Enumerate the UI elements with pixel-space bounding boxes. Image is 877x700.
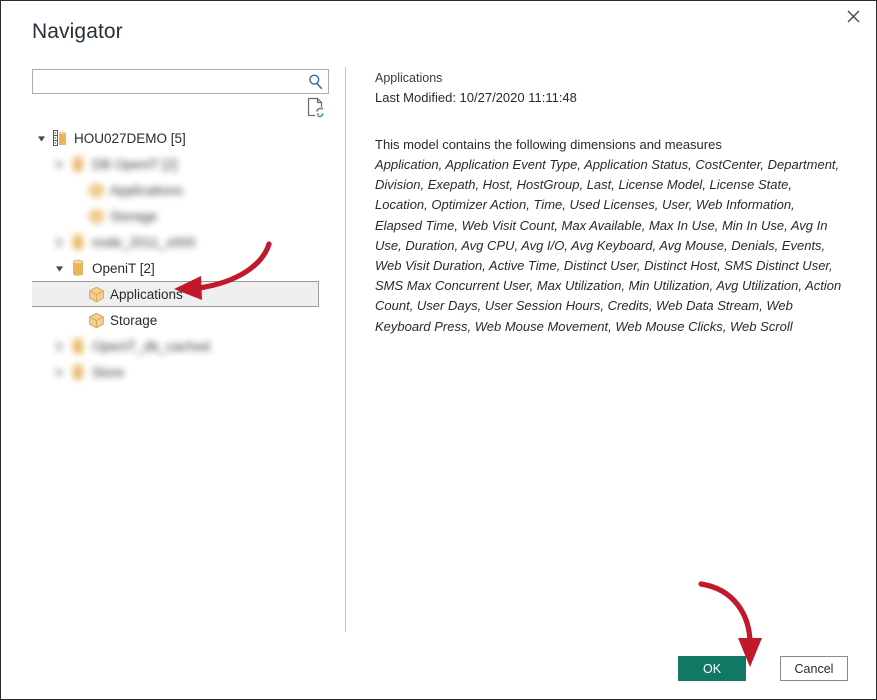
tree-node-label: Applications [110, 182, 183, 198]
pane-divider [345, 67, 346, 632]
preview-last-modified: Last Modified: 10/27/2020 11:11:48 [375, 90, 577, 105]
navigator-tree[interactable]: HOU027DEMO [5] DB OpeniT [2] Applications S… [32, 125, 329, 635]
chevron-right-icon[interactable] [51, 229, 67, 255]
chevron-down-icon[interactable] [51, 255, 67, 281]
tree-node-label: OpeniT [2] [92, 260, 155, 276]
tree-node-label: node_2011_x000 [92, 234, 196, 250]
tree-node-label: Storage [110, 208, 158, 224]
page-title: Navigator [32, 20, 123, 43]
tree-node[interactable]: DB OpeniT [2] [32, 151, 329, 177]
twisty-placeholder [69, 203, 85, 229]
cancel-button[interactable]: Cancel [780, 656, 848, 681]
refresh-row [32, 97, 329, 119]
twisty-placeholder [69, 307, 85, 333]
chevron-right-icon[interactable] [51, 333, 67, 359]
cube-icon [85, 180, 107, 200]
search-icon[interactable] [307, 73, 324, 90]
tree-node[interactable]: Storage [32, 203, 329, 229]
tree-node[interactable]: OpeniT_db_cached [32, 333, 329, 359]
database-icon [67, 232, 89, 252]
twisty-placeholder [69, 177, 85, 203]
tree-node-label: HOU027DEMO [5] [74, 130, 186, 146]
search-input[interactable] [32, 69, 329, 94]
ok-button[interactable]: OK [678, 656, 746, 681]
tree-node-label: Storage [110, 312, 158, 328]
tree-node[interactable]: HOU027DEMO [5] [32, 125, 329, 151]
database-icon [67, 258, 89, 278]
navigator-left-pane: HOU027DEMO [5] DB OpeniT [2] Applications S… [1, 57, 345, 639]
chevron-right-icon[interactable] [51, 151, 67, 177]
preview-measures-list: Application, Application Event Type, App… [375, 157, 842, 334]
search-row [32, 69, 329, 94]
tree-node[interactable]: Store [32, 359, 329, 385]
navigator-dialog: Navigator HOU027DEMO [5] DB OpeniT [2] A… [0, 0, 877, 700]
twisty-placeholder [69, 281, 85, 307]
cube-icon [85, 206, 107, 226]
dialog-footer: OK Cancel [1, 639, 876, 699]
tree-node[interactable]: OpeniT [2] [32, 255, 329, 281]
tree-node[interactable]: Applications [32, 281, 319, 307]
tree-node-label: OpeniT_db_cached [92, 338, 210, 354]
database-icon [67, 362, 89, 382]
tree-node-label: Store [92, 364, 125, 380]
close-icon[interactable] [831, 1, 876, 31]
tree-node-label: DB OpeniT [2] [92, 156, 178, 172]
cube-icon [85, 310, 107, 330]
tree-node[interactable]: node_2011_x000 [32, 229, 329, 255]
database-icon [67, 154, 89, 174]
dialog-titlebar: Navigator [1, 1, 876, 57]
tree-node[interactable]: Storage [32, 307, 329, 333]
preview-intro-text: This model contains the following dimens… [375, 137, 722, 152]
refresh-document-icon[interactable] [306, 97, 326, 118]
cube-icon [85, 284, 107, 304]
navigator-preview-pane: Applications Last Modified: 10/27/2020 1… [375, 69, 849, 337]
database-icon [67, 336, 89, 356]
tree-node-label: Applications [110, 286, 183, 302]
preview-object-name: Applications [375, 71, 443, 85]
chevron-right-icon[interactable] [51, 359, 67, 385]
tree-node[interactable]: Applications [32, 177, 329, 203]
server-icon [49, 128, 71, 148]
chevron-down-icon[interactable] [33, 125, 49, 151]
